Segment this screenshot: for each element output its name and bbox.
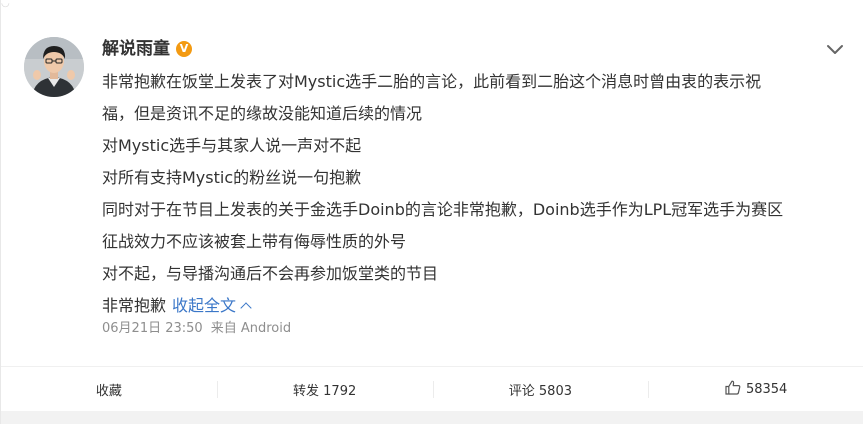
like-count: 58354: [745, 382, 788, 397]
post-timestamp[interactable]: 06月21日 23:50: [102, 321, 203, 336]
content-line: 对不起，与导播沟通后不会再参加饭堂类的节目: [102, 264, 439, 283]
post-meta: 06月21日 23:50 来自 Android: [102, 320, 291, 338]
post-content: 非常抱歉在饭堂上发表了对Mystic选手二胎的言论，此前看到二胎这个消息时曾由衷…: [102, 66, 844, 322]
collapse-label: 收起全文: [172, 296, 237, 315]
comment-button[interactable]: 评论 5803: [432, 367, 649, 412]
content-line: 福，但是资讯不足的缘故没能知道后续的情况: [102, 104, 423, 123]
action-bar: 收藏 转发 1792 评论 5803 58354: [1, 366, 863, 412]
content-line: 征战效力不应该被套上带有侮辱性质的外号: [102, 232, 407, 251]
thumbs-up-icon: [725, 380, 741, 399]
repost-label: 转发 1792: [293, 384, 357, 399]
content-line: 对所有支持Mystic的粉丝说一句抱歉: [102, 168, 362, 187]
comment-label: 评论 5803: [508, 384, 572, 399]
content-last-line: 非常抱歉 收起全文: [102, 290, 844, 322]
like-button[interactable]: 58354: [648, 367, 863, 412]
favorite-label: 收藏: [95, 384, 122, 399]
content-line: 同时对于在节目上发表的关于金选手Doinb的言论非常抱歉，Doinb选手作为LP…: [102, 200, 784, 219]
author-row: 解说雨童 V: [102, 38, 192, 60]
more-options-chevron-down-icon[interactable]: [824, 40, 846, 58]
feed-gap: [1, 411, 863, 424]
post-source: 来自 Android: [210, 321, 292, 336]
weibo-post-card: ◡ 解说雨童 V 非常抱歉在饭堂上发表了对Mystic选手二胎的言论，此前看到二…: [0, 0, 863, 424]
content-line: 非常抱歉在饭堂上发表了对Mystic选手二胎的言论，此前看到二胎这个消息时曾由衷…: [102, 72, 762, 91]
favorite-button[interactable]: 收藏: [1, 367, 217, 412]
repost-button[interactable]: 转发 1792: [216, 367, 433, 412]
collapse-full-text-link[interactable]: 收起全文: [172, 296, 252, 315]
chevron-up-icon: [240, 302, 252, 314]
author-name[interactable]: 解说雨童: [102, 38, 170, 60]
avatar-image: [24, 37, 84, 97]
content-line: 对Mystic选手与其家人说一声对不起: [102, 136, 362, 155]
avatar[interactable]: [24, 37, 84, 97]
verified-badge-icon: V: [176, 41, 192, 57]
content-line: 非常抱歉: [102, 296, 167, 315]
previous-card-edge-icon: ◡: [1, 0, 10, 9]
